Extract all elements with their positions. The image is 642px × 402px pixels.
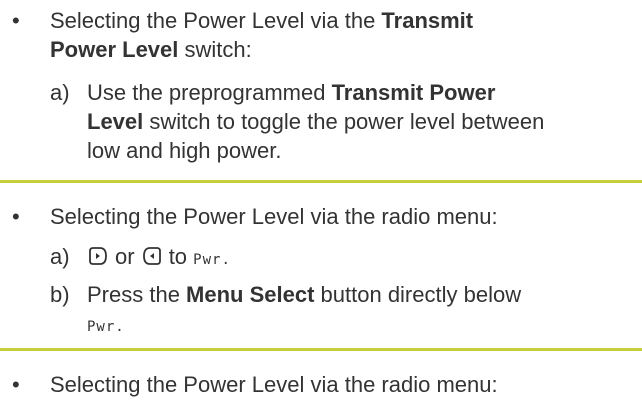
bullet: • <box>12 8 20 33</box>
bullet: • <box>12 204 20 229</box>
step-a: a) or to Pwr. <box>50 242 231 275</box>
section2-intro: Selecting the Power Level via the radio … <box>50 204 498 229</box>
section3-intro: Selecting the Power Level via the radio … <box>50 372 498 397</box>
right-arrow-key-icon <box>87 245 109 274</box>
left-arrow-key-icon <box>141 245 163 274</box>
section1-intro: Selecting the Power Level via the Transm… <box>50 8 474 33</box>
lcd-text-pwr: Pwr. <box>193 252 231 268</box>
divider <box>0 180 642 183</box>
step-b: b) Press the Menu Select button directly … <box>50 282 522 307</box>
divider <box>0 348 642 351</box>
section1-intro-line2: Power Level switch: <box>50 37 252 62</box>
step-a: a) Use the preprogrammed Transmit Power <box>50 80 496 105</box>
step-b-line2: Pwr. <box>87 309 125 342</box>
lcd-text-pwr: Pwr. <box>87 319 125 335</box>
step-a-line3: low and high power. <box>87 138 282 163</box>
bullet: • <box>12 372 20 397</box>
step-a-line2: Level switch to toggle the power level b… <box>87 109 545 134</box>
